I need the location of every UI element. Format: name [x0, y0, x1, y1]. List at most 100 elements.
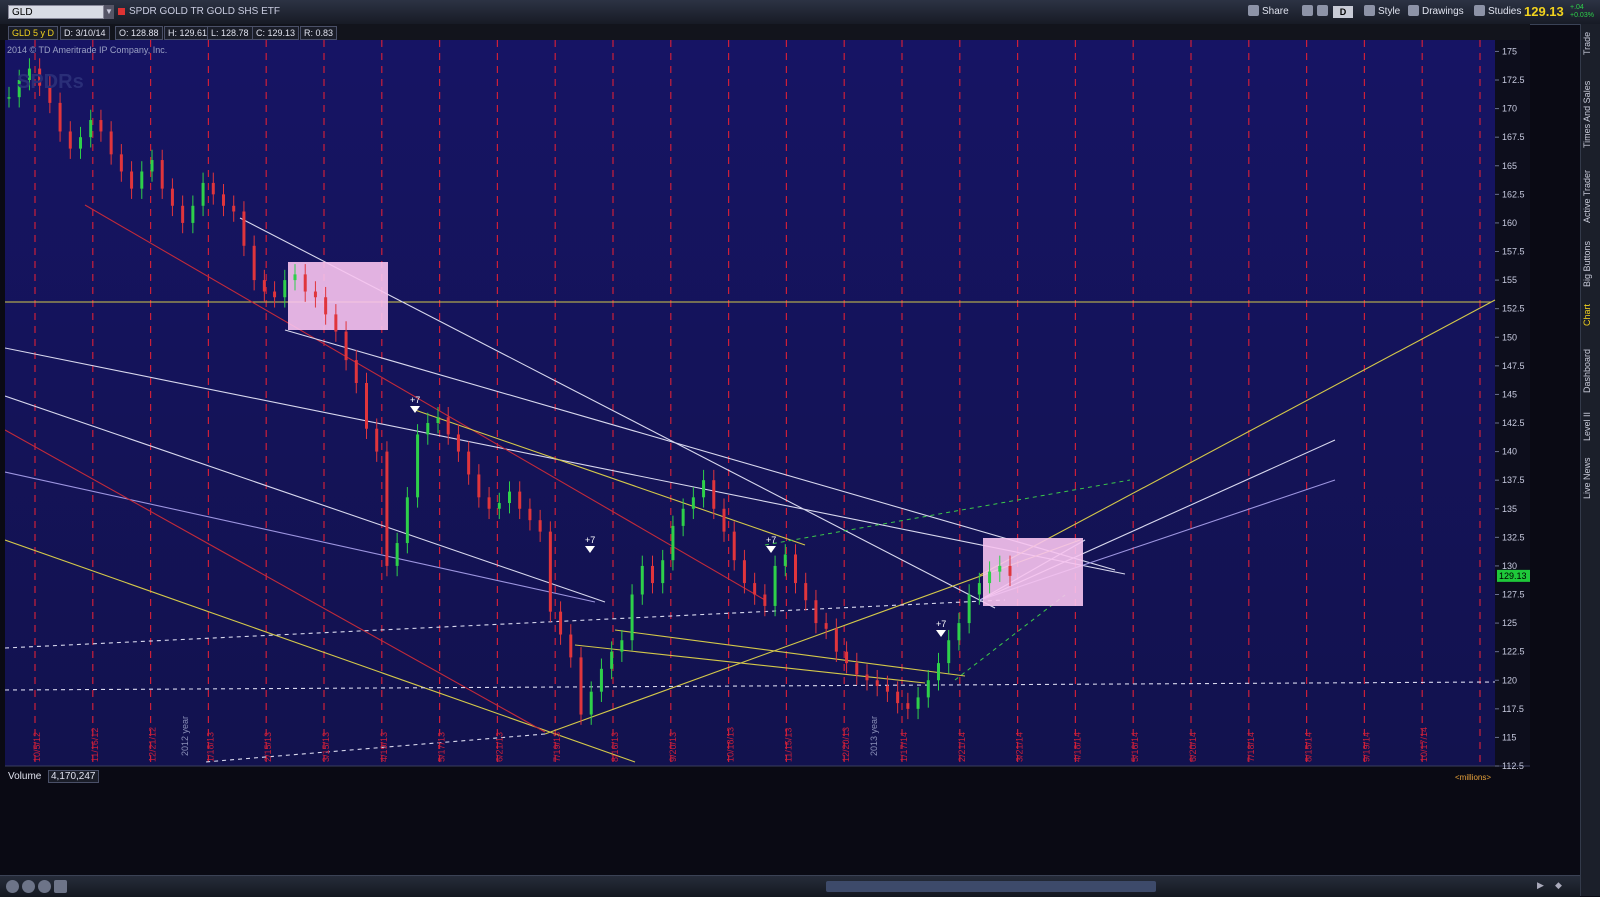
candle-body: [651, 565, 654, 584]
draw-line-icon[interactable]: [54, 880, 67, 893]
candle-body: [589, 691, 593, 715]
chart-area[interactable]: +7 +7 +7 +7 112.5 115 117.5 120 122.5 125 127.5 13…: [5, 40, 1530, 784]
date-marker-label: 6/20/14: [1188, 732, 1198, 762]
share-button[interactable]: Share: [1248, 4, 1289, 20]
info-low: L: 128.78: [207, 26, 253, 40]
tab-big-buttons[interactable]: Big Buttons: [1582, 234, 1600, 294]
candle-body: [875, 680, 879, 686]
candle-body: [977, 583, 981, 595]
pan-icon[interactable]: [6, 880, 19, 893]
share-label: Share: [1262, 6, 1289, 17]
y-tick-label: 120: [1502, 675, 1517, 685]
date-marker-label: 12/21/12: [148, 727, 158, 762]
symbol-input[interactable]: GLD: [8, 5, 104, 19]
tab-chart[interactable]: Chart: [1582, 300, 1600, 330]
y-tick-label: 165: [1502, 161, 1517, 171]
candle-body: [548, 531, 552, 612]
candle-body: [957, 623, 961, 641]
top-toolbar: GLD ▼ SPDR GOLD TR GOLD SHS ETF Share D …: [0, 0, 1600, 25]
candle-body: [702, 480, 706, 498]
candle-body: [109, 131, 113, 155]
date-marker-label: 7/18/14: [1246, 732, 1256, 762]
bottom-bar: ▶ ◆: [0, 875, 1580, 897]
candle-body: [119, 154, 123, 172]
scroll-right-icon[interactable]: ▶: [1537, 880, 1544, 891]
date-marker-label: 9/20/13: [668, 732, 678, 762]
candle-body: [303, 274, 307, 292]
tab-dashboard[interactable]: Dashboard: [1582, 346, 1600, 396]
price-pane: [5, 40, 1495, 766]
candle-body: [906, 703, 910, 709]
date-marker-label: 12/20/13: [841, 727, 851, 762]
candle-body: [763, 594, 767, 606]
candle-body: [313, 291, 317, 298]
candle-body: [201, 182, 205, 206]
candle-body: [599, 668, 603, 692]
candle-body: [58, 102, 62, 132]
y-tick-label: 135: [1502, 504, 1517, 514]
price-chart-svg[interactable]: +7 +7 +7 +7 112.5 115 117.5 120 122.5 125 127.5 13…: [5, 40, 1530, 784]
candle-body: [630, 594, 634, 641]
tab-level-ii[interactable]: Level II: [1582, 408, 1600, 444]
symbol-period[interactable]: GLD 5 y D: [8, 26, 59, 40]
info-range: R: 0.83: [300, 26, 338, 40]
candle-body: [7, 97, 11, 99]
candle-body: [967, 594, 971, 624]
pencil-icon: [1408, 5, 1419, 16]
candle-body: [753, 583, 757, 595]
date-marker-label: 4/18/14: [1072, 732, 1082, 762]
date-marker-label: 1/17/14: [899, 732, 909, 762]
copyright-text: 2014 © TD Ameritrade IP Company, Inc.: [7, 45, 167, 55]
candle-body: [671, 525, 675, 561]
candle-body: [916, 697, 920, 709]
year-label: 2012 year: [180, 716, 190, 756]
tab-trade[interactable]: Trade: [1582, 28, 1600, 58]
candle-body: [518, 491, 522, 509]
candle-body: [405, 497, 409, 544]
candle-body: [620, 640, 624, 652]
candle-body: [99, 120, 103, 132]
y-tick-label: 142.5: [1502, 418, 1525, 428]
tab-active-trader[interactable]: Active Trader: [1582, 164, 1600, 228]
style-button[interactable]: Style: [1364, 4, 1400, 20]
y-tick-label: 130: [1502, 561, 1517, 571]
drawings-label: Drawings: [1422, 6, 1464, 17]
candle-body: [140, 171, 144, 189]
change-absolute: +.04: [1570, 4, 1584, 11]
wrench-button[interactable]: [1317, 4, 1331, 20]
candle-body: [528, 508, 532, 521]
expand-icon[interactable]: ◆: [1555, 880, 1562, 891]
date-marker-label: 2/21/14: [957, 732, 967, 762]
y-tick-label: 145: [1502, 389, 1517, 399]
candle-body: [273, 291, 277, 298]
candle-body: [508, 491, 511, 504]
volume-label: Volume: [8, 771, 42, 782]
candle-body: [794, 554, 797, 584]
candle-body: [834, 628, 838, 652]
annotation-label: +7: [766, 535, 776, 545]
crosshair-button[interactable]: [1302, 4, 1316, 20]
candle-body: [773, 565, 777, 606]
change-percent: +0.03%: [1570, 12, 1594, 19]
candle-body: [222, 194, 225, 206]
candle-body: [926, 680, 930, 698]
studies-button[interactable]: Studies: [1474, 4, 1521, 20]
date-marker-label: 8/15/14: [1304, 732, 1314, 762]
time-scrollbar[interactable]: [826, 881, 1156, 892]
symbol-dropdown-icon[interactable]: ▼: [104, 5, 114, 19]
studies-icon: [1474, 5, 1485, 16]
candle-body: [865, 674, 869, 681]
candle-body: [395, 543, 399, 566]
drawings-button[interactable]: Drawings: [1408, 4, 1464, 20]
tab-live-news[interactable]: Live News: [1582, 454, 1600, 502]
symbol-flag-icon: [118, 8, 125, 15]
candle-body: [385, 451, 389, 566]
tab-times-and-sales[interactable]: Times And Sales: [1582, 74, 1600, 154]
candle-body: [681, 508, 685, 526]
candle-body: [426, 423, 430, 435]
date-marker-label: 5/17/13: [437, 732, 447, 762]
zoom-out-icon[interactable]: [38, 880, 51, 893]
zoom-in-icon[interactable]: [22, 880, 35, 893]
period-button[interactable]: D: [1333, 6, 1353, 18]
y-tick-label: 147.5: [1502, 361, 1525, 371]
